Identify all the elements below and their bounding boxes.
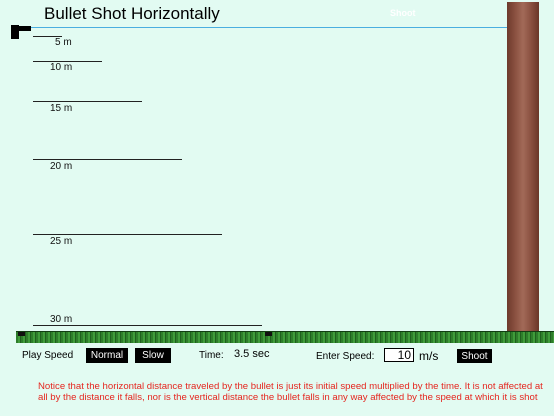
height-marker-line	[33, 234, 222, 235]
normal-speed-button[interactable]: Normal	[86, 348, 128, 363]
time-label: Time:	[199, 350, 224, 361]
shoot-button[interactable]: Shoot	[457, 349, 492, 363]
ground	[16, 331, 554, 343]
height-marker-label: 5 m	[55, 37, 72, 48]
height-marker-label: 10 m	[50, 62, 73, 73]
play-speed-label: Play Speed	[22, 350, 74, 361]
height-marker-label: 30 m	[50, 314, 73, 325]
speed-input[interactable]	[384, 348, 414, 362]
height-marker-label: 15 m	[50, 103, 73, 114]
notice-text: Notice that the horizontal distance trav…	[38, 381, 543, 403]
page-title: Bullet Shot Horizontally	[44, 4, 220, 23]
height-marker-line	[33, 325, 262, 326]
time-value: 3.5 sec	[234, 348, 270, 360]
gun-icon	[11, 25, 31, 39]
bullet-landing-marker	[265, 332, 272, 336]
height-marker-label: 25 m	[50, 236, 73, 247]
enter-speed-label: Enter Speed:	[316, 351, 375, 362]
speed-unit: m/s	[419, 349, 439, 363]
gun-position-marker	[18, 332, 25, 336]
tree-trunk	[507, 2, 539, 338]
aim-line	[30, 27, 515, 28]
hint-text: Shoot	[390, 8, 416, 18]
height-marker-line	[33, 101, 142, 102]
height-marker-label: 20 m	[50, 161, 73, 172]
slow-speed-button[interactable]: Slow	[135, 348, 171, 363]
height-marker-line	[33, 159, 182, 160]
